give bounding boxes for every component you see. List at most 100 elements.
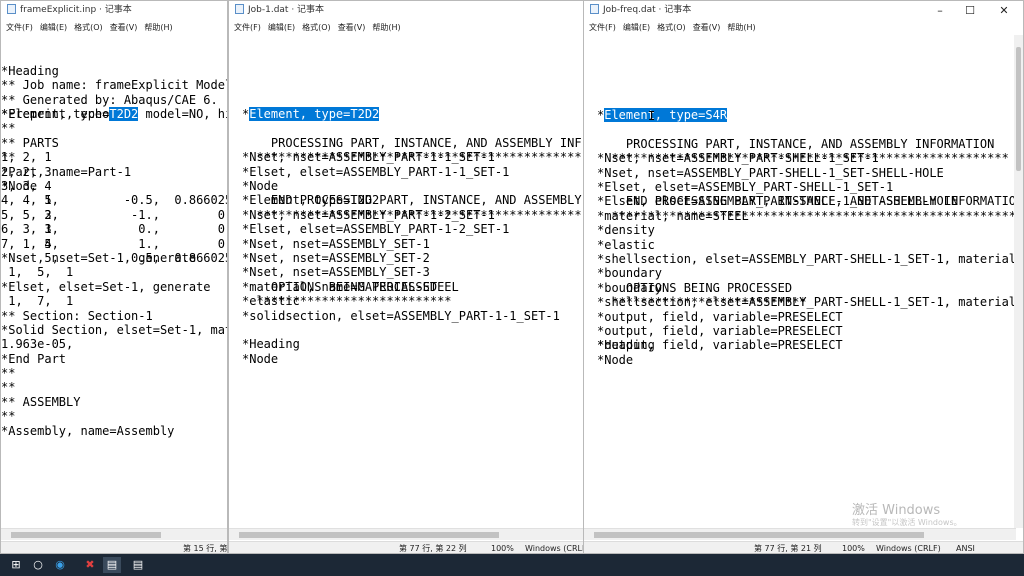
scrollbar-thumb[interactable] bbox=[11, 532, 161, 538]
text-line: ** ASSEMBLY bbox=[1, 394, 81, 409]
vertical-scrollbar[interactable] bbox=[1014, 35, 1023, 528]
taskbar: ⊞ ○ ◉ ✖ ▤ ▤ bbox=[0, 554, 1024, 576]
start-icon[interactable]: ⊞ bbox=[7, 557, 25, 573]
text-line: *Assembly, name=Assembly bbox=[1, 423, 175, 438]
notepad-window-frameexplicit[interactable]: frameExplicit.inp · 记事本 文件(F) 编辑(E) 格式(O) 查… bbox=[0, 0, 228, 554]
text-line: PROCESSING PART, INSTANCE, AND ASSEMBLY … bbox=[597, 136, 995, 151]
text-cursor: Ι bbox=[648, 109, 656, 123]
text-line: *shellsection, elset=ASSEMBLY_PART-SHELL… bbox=[597, 251, 1014, 266]
menu-view[interactable]: 查看(V) bbox=[338, 23, 366, 32]
status-bar: 第 77 行, 第 21 列 100% Windows (CRLF) ANSI bbox=[584, 541, 1023, 553]
notepad-icon[interactable]: ▤ bbox=[103, 557, 121, 573]
text-line bbox=[242, 64, 582, 78]
menu-format[interactable]: 格式(O) bbox=[74, 23, 103, 32]
menu-view[interactable]: 查看(V) bbox=[110, 23, 138, 32]
title-bar[interactable]: frameExplicit.inp · 记事本 bbox=[1, 1, 227, 20]
app-icon[interactable]: ✖ bbox=[81, 557, 99, 573]
cursor-position: 第 77 行, 第 22 列 bbox=[399, 544, 467, 553]
text-line: ** Section: Section-1 bbox=[1, 308, 153, 323]
text-line bbox=[242, 93, 582, 107]
text-line: 1, 5, 1 bbox=[1, 265, 74, 280]
text-line: *Nset, nset=ASSEMBLY_SET-3 bbox=[242, 265, 430, 280]
notepad-window-job1[interactable]: Job-1.dat · 记事本 文件(F) 编辑(E) 格式(O) 查看(V) 帮助(H… bbox=[228, 0, 584, 554]
title-bar[interactable]: Job-freq.dat · 记事本 – ☐ ✕ bbox=[584, 1, 1023, 20]
text-line: *output, field, variable=PRESELECT bbox=[597, 309, 843, 324]
text-line bbox=[242, 179, 582, 193]
text-line: *Elset, elset=Set-1, generate bbox=[1, 279, 211, 294]
text-line: ** bbox=[1, 409, 16, 424]
minimize-button[interactable]: – bbox=[925, 1, 955, 20]
text-editor[interactable]: PROCESSING PART, INSTANCE, AND ASSEMBLY … bbox=[242, 35, 582, 528]
menu-help[interactable]: 帮助(H) bbox=[372, 23, 400, 32]
text-line: *Elset, elset=ASSEMBLY_PART-1-1_SET-1 bbox=[242, 164, 510, 179]
text-line: *End Part bbox=[1, 351, 67, 366]
text-editor[interactable]: *Heading** Job name: frameExplicit Model… bbox=[1, 35, 227, 528]
notepad-icon bbox=[235, 3, 244, 14]
close-button[interactable]: ✕ bbox=[989, 1, 1019, 20]
text-line bbox=[242, 323, 582, 337]
edge-icon[interactable]: ◉ bbox=[51, 557, 69, 573]
menu-bar: 文件(F) 编辑(E) 格式(O) 查看(V) 帮助(H) bbox=[584, 20, 1023, 35]
notepad-icon[interactable]: ▤ bbox=[129, 557, 147, 573]
text-line: ** PARTS bbox=[1, 135, 59, 150]
menu-format[interactable]: 格式(O) bbox=[302, 23, 331, 32]
text-line: *density bbox=[597, 223, 655, 238]
maximize-button[interactable]: ☐ bbox=[955, 1, 985, 20]
text-line: *Nset, nset=ASSEMBLY_SET-2 bbox=[242, 250, 430, 265]
text-line: *boundary bbox=[597, 266, 663, 281]
status-bar: 第 15 行, 第 bbox=[1, 541, 227, 553]
text-line: *Heading bbox=[242, 337, 300, 352]
notepad-icon bbox=[590, 3, 599, 14]
line-ending: Windows (CRLF) bbox=[525, 544, 583, 553]
text-line: *Elset, elset=ASSEMBLY_PART-SHELL-1_SET-… bbox=[597, 194, 959, 209]
menu-file[interactable]: 文件(F) bbox=[589, 23, 616, 32]
zoom-level: 100% bbox=[842, 544, 865, 553]
text-line: PROCESSING PART, INSTANCE, AND ASSEMBLY … bbox=[270, 135, 582, 150]
text-line: *Heading bbox=[1, 63, 59, 78]
text-line: *Elset, elset=ASSEMBLY_PART-SHELL-1_SET-… bbox=[597, 180, 894, 194]
text-line: ** bbox=[1, 121, 16, 136]
text-line: 1, 7, 1 bbox=[1, 294, 74, 309]
text-line: ** Generated by: Abaqus/CAE 6. bbox=[1, 92, 218, 107]
text-line: *Nset, nset=ASSEMBLY_PART-SHELL-1_SET-SH… bbox=[597, 165, 944, 180]
charset: ANSI bbox=[956, 544, 975, 553]
window-title: Job-freq.dat · 记事本 bbox=[603, 5, 692, 15]
text-line: *output, field, variable=PRESELECT bbox=[597, 323, 843, 338]
cursor-position: 第 15 行, 第 bbox=[183, 544, 227, 553]
window-title: Job-1.dat · 记事本 bbox=[248, 5, 325, 15]
menu-edit[interactable]: 编辑(E) bbox=[268, 23, 295, 32]
text-line: *shellsection, elset=ASSEMBLY_PART-SHELL… bbox=[597, 295, 1014, 310]
text-line: *solidsection, elset=ASSEMBLY_PART-1-1_S… bbox=[242, 308, 560, 323]
text-line: *boundary bbox=[597, 280, 663, 295]
menu-bar: 文件(F) 编辑(E) 格式(O) 查看(V) 帮助(H) bbox=[1, 20, 227, 35]
text-line bbox=[597, 65, 1014, 79]
horizontal-scrollbar[interactable] bbox=[229, 528, 583, 540]
text-line bbox=[597, 79, 1014, 93]
menu-bar: 文件(F) 编辑(E) 格式(O) 查看(V) 帮助(H) bbox=[229, 20, 583, 35]
notepad-window-jobfreq[interactable]: Job-freq.dat · 记事本 – ☐ ✕ 文件(F) 编辑(E) 格式(O)… bbox=[583, 0, 1024, 554]
text-line: *Solid Section, elset=Set-1, material=Ma… bbox=[1, 322, 227, 337]
scrollbar-thumb[interactable] bbox=[239, 532, 499, 538]
menu-help[interactable]: 帮助(H) bbox=[144, 23, 172, 32]
horizontal-scrollbar[interactable] bbox=[584, 528, 1016, 540]
horizontal-scrollbar[interactable] bbox=[1, 528, 227, 540]
scrollbar-thumb[interactable] bbox=[594, 532, 924, 538]
menu-edit[interactable]: 编辑(E) bbox=[623, 23, 650, 32]
menu-file[interactable]: 文件(F) bbox=[234, 23, 261, 32]
text-line: ** bbox=[1, 366, 16, 381]
menu-format[interactable]: 格式(O) bbox=[657, 23, 686, 32]
text-editor[interactable]: PROCESSING PART, INSTANCE, AND ASSEMBLY … bbox=[597, 36, 1014, 528]
line-ending: Windows (CRLF) bbox=[876, 544, 941, 553]
notepad-icon bbox=[7, 3, 16, 14]
menu-help[interactable]: 帮助(H) bbox=[727, 23, 755, 32]
menu-file[interactable]: 文件(F) bbox=[6, 23, 33, 32]
zoom-level: 100% bbox=[491, 544, 514, 553]
title-bar[interactable]: Job-1.dat · 记事本 bbox=[229, 1, 583, 20]
menu-edit[interactable]: 编辑(E) bbox=[40, 23, 67, 32]
scrollbar-thumb[interactable] bbox=[1016, 47, 1021, 171]
text-line: 3, 3, 4 bbox=[1, 179, 52, 193]
text-line: *Node bbox=[597, 352, 634, 367]
search-icon[interactable]: ○ bbox=[29, 557, 47, 573]
activation-watermark-hint: 转到"设置"以激活 Windows。 bbox=[852, 518, 962, 527]
menu-view[interactable]: 查看(V) bbox=[693, 23, 721, 32]
